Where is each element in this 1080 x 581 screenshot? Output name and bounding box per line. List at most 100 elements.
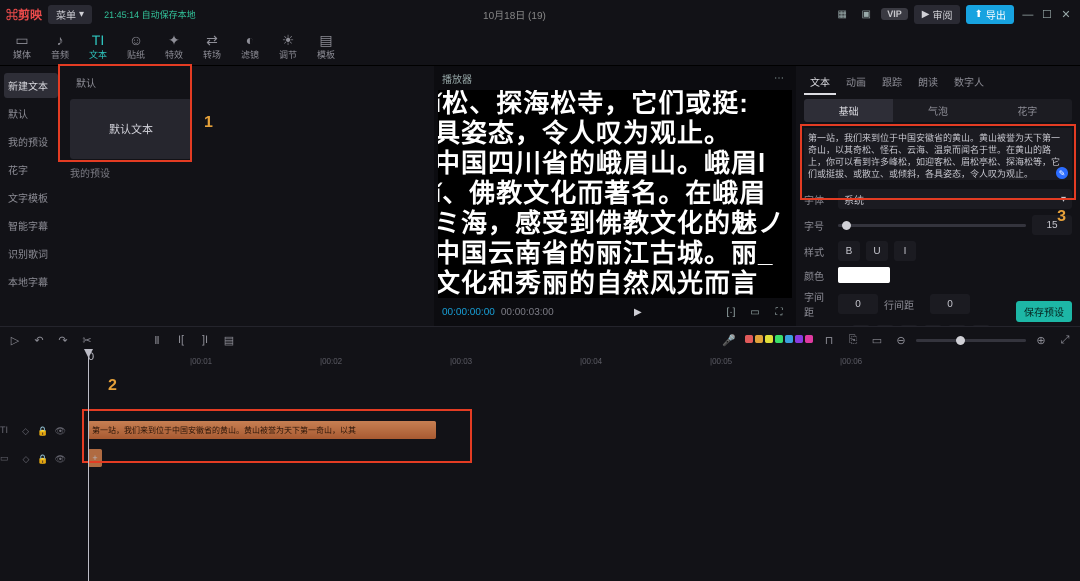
color-label: 颜色 — [804, 268, 832, 283]
edit-pen-icon[interactable]: ✎ — [1056, 167, 1068, 179]
tool-text[interactable]: TI文本 — [80, 32, 116, 61]
media-icon: ▭ — [4, 32, 40, 48]
undo-button[interactable]: ↶ — [30, 331, 48, 349]
cut-tool[interactable]: Ⅱ — [148, 331, 166, 349]
ratio-icon[interactable]: [·] — [722, 303, 740, 321]
cat-smart-subs[interactable]: 智能字幕 — [4, 213, 58, 238]
tool-audio[interactable]: ♪音频 — [42, 32, 78, 61]
zoom-in-icon[interactable]: ⊕ — [1032, 331, 1050, 349]
mic-icon[interactable]: 🎤 — [720, 331, 738, 349]
vip-badge[interactable]: VIP — [881, 8, 908, 20]
font-label: 字体 — [804, 192, 832, 207]
cat-fancy[interactable]: 花字 — [4, 157, 58, 182]
tool-filter[interactable]: ◐滤镜 — [232, 32, 268, 61]
track-lock-icon[interactable]: 🔒 — [37, 425, 48, 437]
player-panel: 播放器 ⋯ ǐ松、探海松寺，它们或挺: 具姿态，令人叹为观止。 中国四川省的峨眉… — [434, 66, 796, 326]
track-text-label: TI — [0, 425, 8, 437]
text-library-body: 默认 默认文本 我的预设 1 — [62, 66, 434, 326]
export-button[interactable]: ⬆ 导出 — [966, 5, 1013, 24]
track2-mute-icon[interactable]: ◇ — [21, 453, 32, 465]
font-select[interactable]: 系统▾ — [838, 189, 1072, 209]
close-button[interactable]: ✕ — [1058, 8, 1074, 21]
redo-button[interactable]: ↷ — [54, 331, 72, 349]
minimize-button[interactable]: — — [1020, 9, 1036, 21]
track-mute-icon[interactable]: ◇ — [20, 425, 31, 437]
tool-sticker[interactable]: ☺贴纸 — [118, 32, 154, 61]
text-content-input[interactable] — [804, 128, 1072, 180]
cat-default[interactable]: 默认 — [4, 101, 58, 126]
cut-right[interactable]: ]I — [196, 331, 214, 349]
audio-icon: ♪ — [42, 32, 78, 48]
text-icon: TI — [80, 32, 116, 48]
tab-anim[interactable]: 动画 — [840, 70, 872, 95]
track-color-dots[interactable] — [744, 334, 814, 346]
tab-read[interactable]: 朗读 — [912, 70, 944, 95]
player-menu-icon[interactable]: ⋯ — [770, 69, 788, 87]
tool-transition[interactable]: ⇄转场 — [194, 32, 230, 61]
zoom-slider[interactable] — [916, 339, 1026, 342]
size-slider[interactable] — [838, 224, 1026, 227]
effects-icon: ✦ — [156, 32, 192, 48]
menu-button[interactable]: 菜单 ▾ — [48, 5, 92, 24]
zoom-fit-icon[interactable]: ⤢ — [1056, 331, 1074, 349]
cat-lyrics[interactable]: 识别歌词 — [4, 241, 58, 266]
pointer-tool[interactable]: ▷ — [6, 331, 24, 349]
cat-templates[interactable]: 文字模板 — [4, 185, 58, 210]
text-clip[interactable]: 第一站，我们来到位于中国安徽省的黄山。黄山被誉为天下第一奇山，以其 — [88, 421, 436, 439]
properties-panel: 文本 动画 跟踪 朗读 数字人 基础 气泡 花字 ✎ 字体 系统▾ 3 字号 1… — [796, 66, 1080, 326]
autosave-status: 21:45:14 自动保存本地 — [104, 8, 196, 21]
kerning-input[interactable]: 0 — [838, 294, 878, 314]
save-preset-button[interactable]: 保存预设 — [1016, 301, 1072, 322]
playhead[interactable] — [88, 353, 89, 581]
time-ruler[interactable]: 0 |00:01 |00:02 |00:03 |00:04 |00:05 |00… — [70, 353, 1076, 371]
zoom-out-icon[interactable]: ⊖ — [892, 331, 910, 349]
bold-button[interactable]: B — [838, 241, 860, 261]
annotation-tool[interactable]: ▤ — [220, 331, 238, 349]
tab-digital[interactable]: 数字人 — [948, 70, 990, 95]
split-button[interactable]: ✂ — [78, 331, 96, 349]
cat-local-subs[interactable]: 本地字幕 — [4, 269, 58, 294]
ruler-mark: |00:02 — [320, 357, 342, 366]
tool-effects[interactable]: ✦特效 — [156, 32, 192, 61]
default-text-card[interactable]: 默认文本 — [70, 99, 192, 159]
tab-track[interactable]: 跟踪 — [876, 70, 908, 95]
panel-icon[interactable]: ▣ — [857, 5, 875, 23]
review-button[interactable]: ▶ 审阅 — [914, 5, 961, 24]
play-button[interactable]: ▶ — [629, 303, 647, 321]
chevron-down-icon: ▾ — [1061, 194, 1066, 205]
underline-button[interactable]: U — [866, 241, 888, 261]
lineheight-input[interactable]: 0 — [930, 294, 970, 314]
color-swatch[interactable] — [838, 267, 890, 283]
track-hide-icon[interactable]: 👁 — [55, 425, 66, 437]
preview-icon[interactable]: ▭ — [868, 331, 886, 349]
stage-text: ǐ松、探海松寺，它们或挺: 具姿态，令人叹为观止。 中国四川省的峨眉山。峨眉l … — [438, 90, 792, 298]
layout-icon[interactable]: ▦ — [833, 5, 851, 23]
add-media-clip[interactable]: + — [88, 449, 102, 467]
size-input[interactable]: 15 — [1032, 215, 1072, 235]
chip-default[interactable]: 默认 — [70, 72, 102, 93]
tool-template[interactable]: ▤模板 — [308, 32, 344, 61]
magnet-icon[interactable]: ⊓ — [820, 331, 838, 349]
cat-new-text[interactable]: 新建文本 — [4, 73, 58, 98]
subtab-fancy[interactable]: 花字 — [983, 99, 1072, 122]
size-label: 字号 — [804, 218, 832, 233]
title-bar: ⌘剪映 菜单 ▾ 21:45:14 自动保存本地 10月18日 (19) ▦ ▣… — [0, 0, 1080, 28]
player-stage[interactable]: ǐ松、探海松寺，它们或挺: 具姿态，令人叹为观止。 中国四川省的峨眉山。峨眉l … — [438, 90, 792, 298]
track2-hide-icon[interactable]: 👁 — [55, 453, 66, 465]
current-time: 00:00:00:00 — [442, 307, 495, 318]
tab-text[interactable]: 文本 — [804, 70, 836, 95]
tool-media[interactable]: ▭媒体 — [4, 32, 40, 61]
sticker-icon: ☺ — [118, 32, 154, 48]
subtab-bubble[interactable]: 气泡 — [893, 99, 982, 122]
subtab-basic[interactable]: 基础 — [804, 99, 893, 122]
maximize-button[interactable]: ☐ — [1039, 8, 1055, 21]
cat-my-presets[interactable]: 我的预设 — [4, 129, 58, 154]
link-icon[interactable]: ⎘ — [844, 331, 862, 349]
italic-button[interactable]: I — [894, 241, 916, 261]
text-track: TI ◇ 🔒 👁 第一站，我们来到位于中国安徽省的黄山。黄山被誉为天下第一奇山，… — [0, 417, 1080, 445]
fullscreen-icon[interactable]: ⛶ — [770, 303, 788, 321]
track2-lock-icon[interactable]: 🔒 — [37, 453, 48, 465]
compare-icon[interactable]: ▭ — [746, 303, 764, 321]
cut-left[interactable]: I[ — [172, 331, 190, 349]
tool-adjust[interactable]: ☀调节 — [270, 32, 306, 61]
